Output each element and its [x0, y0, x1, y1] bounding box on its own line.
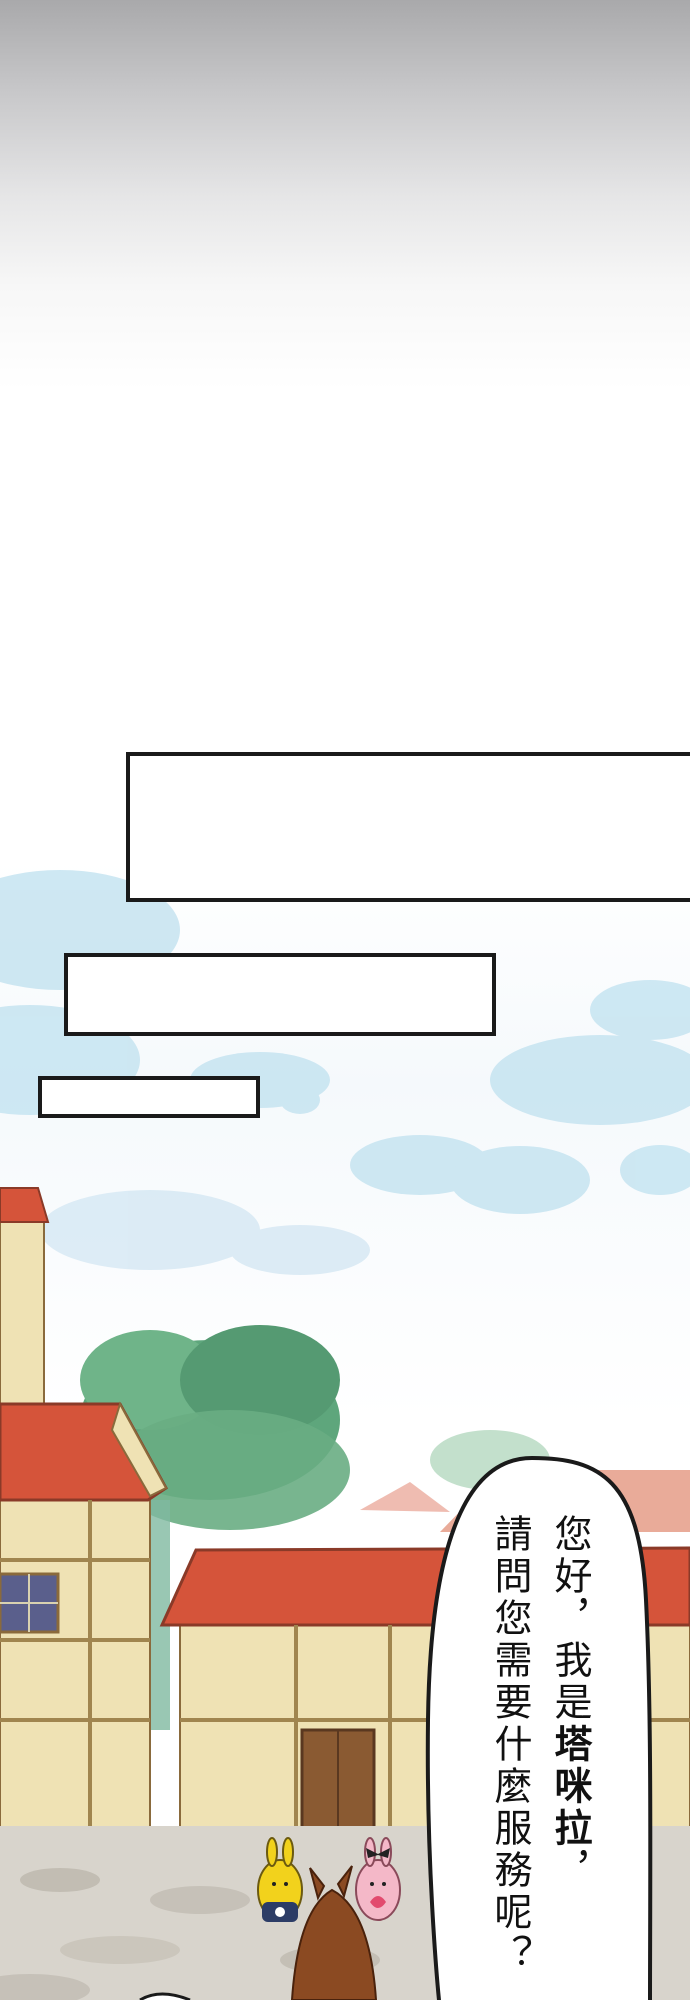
left-tower	[0, 1187, 50, 1411]
narration-box-1	[126, 752, 690, 902]
speech-bubble-text: 您好，我是塔咪拉， 請問您需要什麼服務呢？	[470, 1514, 600, 1984]
question-text: 請問您需要什麼服務呢？	[488, 1514, 532, 1976]
comic-panel: 您好，我是塔咪拉， 請問您需要什麼服務呢？	[0, 0, 690, 2000]
character-name: 塔咪拉	[548, 1724, 592, 1850]
greeting-comma: ，	[548, 1850, 592, 1892]
clouds	[0, 870, 690, 1275]
narration-box-3	[38, 1076, 260, 1118]
left-house	[0, 1401, 168, 1831]
narration-box-2	[64, 953, 496, 1036]
greeting-text: 您好，我是	[548, 1514, 592, 1724]
